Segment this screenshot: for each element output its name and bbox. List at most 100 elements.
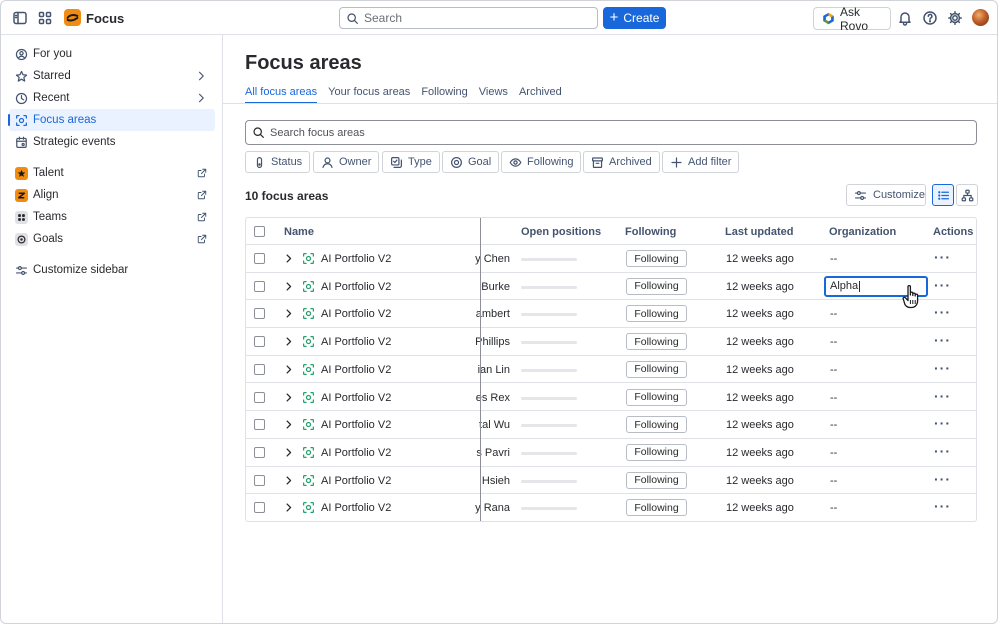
focus-area-name-link[interactable]: AI Portfolio V2 xyxy=(321,253,391,265)
row-checkbox[interactable] xyxy=(254,253,265,264)
focus-area-name-link[interactable]: AI Portfolio V2 xyxy=(321,308,391,320)
tab-all-focus-areas[interactable]: All focus areas xyxy=(245,85,318,104)
focus-area-name-link[interactable]: AI Portfolio V2 xyxy=(321,447,391,459)
chevron-right-icon[interactable] xyxy=(283,253,294,264)
row-checkbox[interactable] xyxy=(254,280,265,292)
sidebar-app-goals[interactable]: Goals xyxy=(9,228,215,250)
more-actions-icon[interactable]: ··· xyxy=(934,333,951,347)
organization-cell[interactable]: -- xyxy=(830,253,837,265)
sidebar-toggle-icon[interactable] xyxy=(10,8,30,28)
user-avatar[interactable] xyxy=(972,9,989,26)
row-checkbox[interactable] xyxy=(254,391,265,403)
sidebar-app-align[interactable]: Align xyxy=(9,184,215,206)
filter-owner-button[interactable]: Owner xyxy=(313,151,380,173)
sidebar-app-teams[interactable]: Teams xyxy=(9,206,215,228)
more-actions-icon[interactable]: ··· xyxy=(934,389,951,403)
tab-your-focus-areas[interactable]: Your focus areas xyxy=(328,85,410,104)
organization-cell[interactable]: -- xyxy=(830,475,837,487)
following-button[interactable]: Following xyxy=(626,333,687,351)
table-row[interactable]: AI Portfolio V2 tal Wu Following 12 week… xyxy=(246,411,976,439)
notifications-bell-icon[interactable] xyxy=(895,8,915,28)
filter-type-button[interactable]: Type xyxy=(382,151,440,173)
add-filter-button[interactable]: Add filter xyxy=(662,151,740,173)
sidebar-customize[interactable]: Customize sidebar xyxy=(9,259,215,281)
sidebar-item-for-you[interactable]: For you xyxy=(9,43,215,65)
focus-area-name-link[interactable]: AI Portfolio V2 xyxy=(321,475,391,487)
more-actions-icon[interactable]: ··· xyxy=(934,416,951,430)
row-checkbox[interactable] xyxy=(254,502,265,514)
table-row[interactable]: AI Portfolio V2 y Rana Following 12 week… xyxy=(246,494,976,521)
following-button[interactable]: Following xyxy=(626,388,687,406)
list-view-icon[interactable] xyxy=(932,184,954,206)
focus-area-search-input[interactable] xyxy=(270,126,950,139)
table-row[interactable]: AI Portfolio V2 y Chen Following 12 week… xyxy=(246,245,976,273)
sidebar-item-starred[interactable]: Starred xyxy=(9,65,215,87)
following-button[interactable]: Following xyxy=(626,360,687,378)
tab-following[interactable]: Following xyxy=(421,85,467,104)
chevron-right-icon[interactable] xyxy=(283,308,294,319)
filter-following-button[interactable]: Following xyxy=(501,151,582,173)
more-actions-icon[interactable]: ··· xyxy=(934,250,951,264)
chevron-right-icon[interactable] xyxy=(283,419,294,430)
ask-rovo-button[interactable]: Ask Rovo xyxy=(813,5,891,33)
tab-archived[interactable]: Archived xyxy=(519,85,562,104)
column-header-name[interactable]: Name xyxy=(284,226,314,238)
column-header-following[interactable]: Following xyxy=(625,226,676,238)
create-button[interactable]: + Create xyxy=(603,7,666,29)
organization-cell[interactable]: -- xyxy=(830,392,837,404)
table-row[interactable]: AI Portfolio V2 ian Lin Following 12 wee… xyxy=(246,356,976,384)
chevron-right-icon[interactable] xyxy=(283,336,294,347)
row-checkbox[interactable] xyxy=(254,336,265,348)
hierarchy-view-icon[interactable] xyxy=(956,184,978,206)
organization-cell[interactable]: -- xyxy=(830,336,837,348)
settings-gear-icon[interactable] xyxy=(945,8,965,28)
row-checkbox[interactable] xyxy=(254,363,265,375)
sidebar-item-focus-areas[interactable]: Focus areas xyxy=(8,109,215,131)
tab-views[interactable]: Views xyxy=(479,85,508,104)
global-search-input[interactable] xyxy=(364,11,584,25)
following-button[interactable]: Following xyxy=(626,416,687,434)
focus-logo-icon[interactable] xyxy=(64,9,81,26)
focus-area-name-link[interactable]: AI Portfolio V2 xyxy=(321,281,391,293)
row-checkbox[interactable] xyxy=(254,308,265,320)
row-checkbox[interactable] xyxy=(254,419,265,431)
customize-button[interactable]: Customize xyxy=(846,184,926,206)
select-all-checkbox[interactable] xyxy=(254,226,265,237)
organization-cell[interactable]: -- xyxy=(830,502,837,514)
organization-cell[interactable]: -- xyxy=(830,447,837,459)
table-row[interactable]: AI Portfolio V2 es Rex Following 12 week… xyxy=(246,384,976,412)
row-checkbox[interactable] xyxy=(254,474,265,486)
table-row[interactable]: AI Portfolio V2 Burke Following 12 weeks… xyxy=(246,273,976,301)
following-button[interactable]: Following xyxy=(626,277,687,295)
more-actions-icon[interactable]: ··· xyxy=(934,499,951,513)
focus-area-search[interactable] xyxy=(245,120,977,145)
sidebar-app-talent[interactable]: Talent xyxy=(9,162,215,184)
table-row[interactable]: AI Portfolio V2 Phillips Following 12 we… xyxy=(246,328,976,356)
filter-archived-button[interactable]: Archived xyxy=(583,151,660,173)
organization-cell[interactable]: -- xyxy=(830,364,837,376)
more-actions-icon[interactable]: ··· xyxy=(934,278,951,292)
app-switcher-icon[interactable] xyxy=(35,8,55,28)
more-actions-icon[interactable]: ··· xyxy=(934,305,951,319)
organization-cell[interactable]: -- xyxy=(830,308,837,320)
following-button[interactable]: Following xyxy=(626,250,687,267)
focus-area-name-link[interactable]: AI Portfolio V2 xyxy=(321,392,391,404)
focus-area-name-link[interactable]: AI Portfolio V2 xyxy=(321,364,391,376)
following-button[interactable]: Following xyxy=(626,305,687,323)
more-actions-icon[interactable]: ··· xyxy=(934,361,951,375)
focus-area-name-link[interactable]: AI Portfolio V2 xyxy=(321,502,391,514)
sidebar-item-strategic-events[interactable]: Strategic events xyxy=(9,131,215,153)
global-search[interactable] xyxy=(339,7,598,29)
chevron-right-icon[interactable] xyxy=(283,364,294,375)
row-checkbox[interactable] xyxy=(254,446,265,458)
table-row[interactable]: AI Portfolio V2 s Pavri Following 12 wee… xyxy=(246,439,976,467)
help-icon[interactable] xyxy=(920,8,940,28)
more-actions-icon[interactable]: ··· xyxy=(934,472,951,486)
sidebar-item-recent[interactable]: Recent xyxy=(9,87,215,109)
column-header-last-updated[interactable]: Last updated xyxy=(725,226,793,238)
column-header-organization[interactable]: Organization xyxy=(829,226,896,238)
filter-goal-button[interactable]: Goal xyxy=(442,151,500,173)
chevron-right-icon[interactable] xyxy=(283,281,294,292)
organization-cell[interactable]: -- xyxy=(830,419,837,431)
chevron-right-icon[interactable] xyxy=(283,502,294,513)
